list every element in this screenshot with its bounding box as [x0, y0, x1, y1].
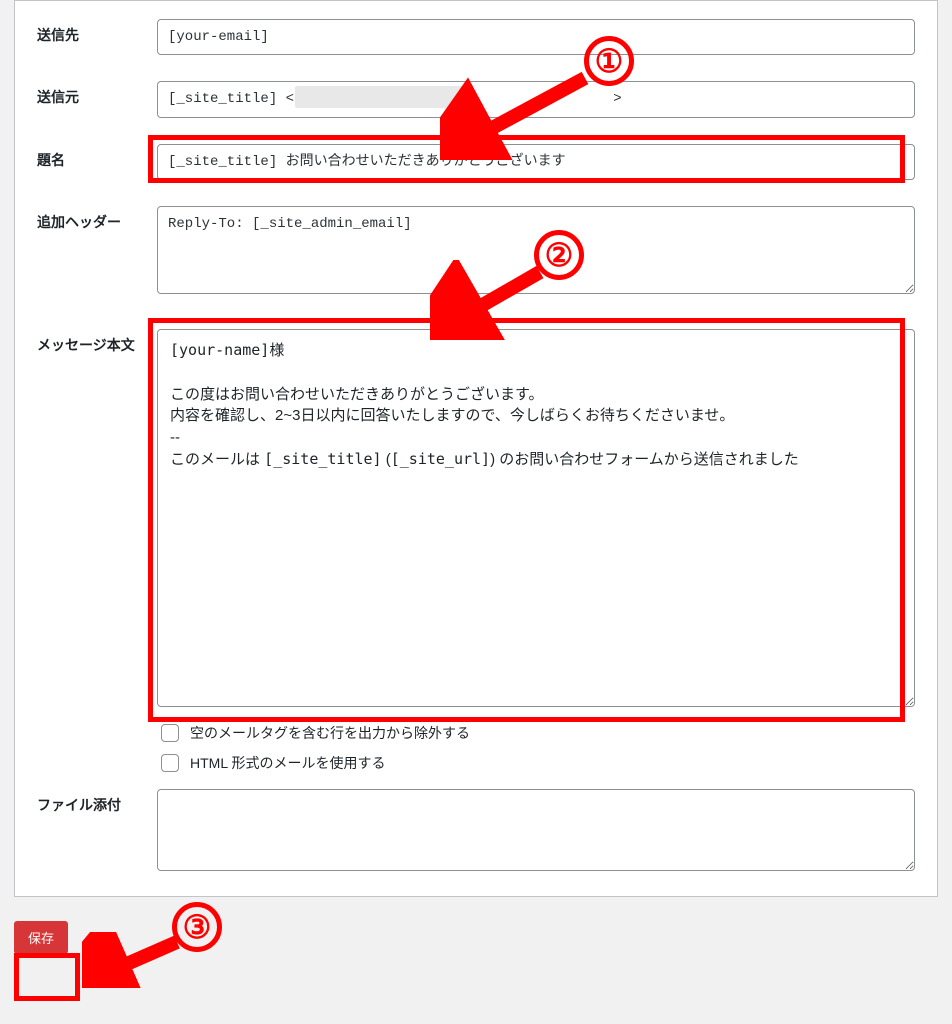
label-file-attachment: ファイル添付	[37, 789, 157, 815]
file-attachment-textarea[interactable]	[157, 789, 915, 871]
row-additional-headers: 追加ヘッダー Reply-To: [_site_admin_email]	[37, 206, 915, 297]
row-to: 送信先	[37, 19, 915, 55]
label-message-body: メッセージ本文	[37, 329, 157, 355]
from-input[interactable]	[157, 81, 915, 117]
row-file-attachment: ファイル添付	[37, 789, 915, 874]
row-message-body: メッセージ本文 [your-name]様この度はお問い合わせいただきありがとうご…	[37, 329, 915, 775]
additional-headers-textarea[interactable]: Reply-To: [_site_admin_email]	[157, 206, 915, 294]
highlight-save	[14, 953, 80, 1001]
arrow-3	[82, 932, 192, 988]
exclude-empty-label[interactable]: 空のメールタグを含む行を出力から除外する	[190, 723, 470, 743]
exclude-empty-checkbox[interactable]	[161, 724, 179, 742]
message-body-textarea[interactable]: [your-name]様この度はお問い合わせいただきありがとうございます。内容を…	[157, 329, 915, 707]
use-html-checkbox[interactable]	[161, 754, 179, 772]
save-button[interactable]: 保存	[14, 921, 68, 954]
label-from: 送信元	[37, 81, 157, 107]
subject-input[interactable]	[157, 144, 915, 180]
label-to: 送信先	[37, 19, 157, 45]
mail-settings-panel: 送信先 送信元 題名 追加ヘッダー Reply-To: [_site	[14, 0, 938, 897]
to-input[interactable]	[157, 19, 915, 55]
callout-3: ③	[172, 902, 222, 952]
label-subject: 題名	[37, 144, 157, 170]
use-html-label[interactable]: HTML 形式のメールを使用する	[190, 753, 385, 773]
label-additional-headers: 追加ヘッダー	[37, 206, 157, 232]
row-subject: 題名	[37, 144, 915, 180]
row-from: 送信元	[37, 81, 915, 117]
